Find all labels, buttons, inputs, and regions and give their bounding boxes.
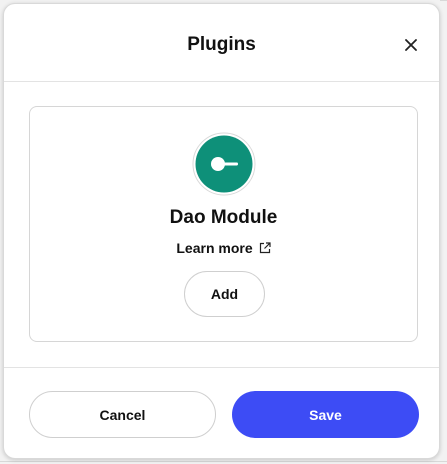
cancel-button[interactable]: Cancel — [29, 391, 216, 438]
save-button[interactable]: Save — [232, 391, 419, 438]
external-link-icon — [259, 242, 271, 254]
modal-footer: Cancel Save — [4, 367, 439, 458]
learn-more-link[interactable]: Learn more — [30, 240, 417, 256]
plugin-name: Dao Module — [169, 207, 278, 228]
modal-body: Dao Module Learn more Add — [4, 82, 439, 367]
background-divider — [440, 0, 447, 1]
add-plugin-button[interactable]: Add — [184, 271, 265, 317]
background-divider — [0, 461, 447, 462]
learn-more-label: Learn more — [176, 240, 253, 256]
plugin-card: Dao Module Learn more Add — [29, 106, 418, 342]
modal-title: Plugins — [187, 34, 256, 55]
dao-module-logo-icon — [192, 132, 256, 196]
close-icon — [405, 39, 417, 51]
plugins-modal: Plugins Dao Module Learn more Add Cancel… — [3, 3, 440, 459]
close-button[interactable] — [401, 35, 421, 55]
modal-header: Plugins — [4, 4, 439, 82]
